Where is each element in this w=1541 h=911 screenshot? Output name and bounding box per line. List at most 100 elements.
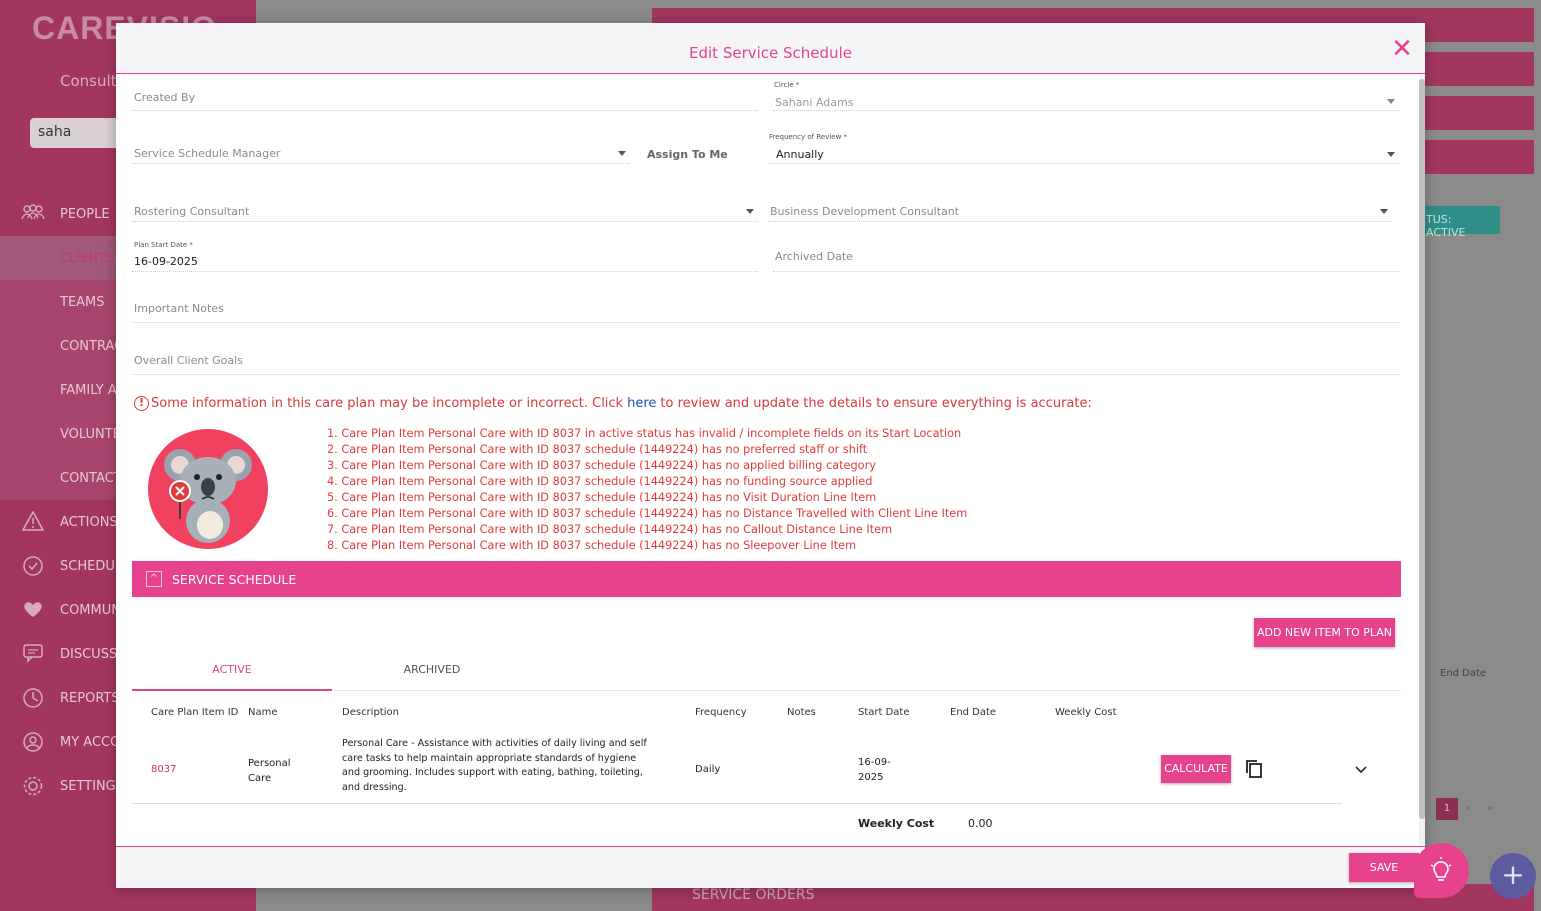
sidebar-item-label: VOLUNTE (60, 426, 121, 442)
rostering-placeholder: Rostering Consultant (134, 205, 250, 218)
chevron-down-icon[interactable] (1354, 761, 1368, 775)
service-schedule-section-header[interactable]: ^ SERVICE SCHEDULE (132, 561, 1401, 597)
sidebar-item-label: CONTRAC (60, 338, 124, 354)
col-header-weekly-cost: Weekly Cost (1055, 707, 1117, 718)
start-date-line: 2025 (858, 772, 884, 783)
tab-archived[interactable]: ARCHIVED (332, 655, 532, 691)
issue-item: 1. Care Plan Item Personal Care with ID … (327, 427, 962, 440)
frequency-value: Annually (776, 148, 824, 161)
created-by-field[interactable]: Created By (132, 83, 758, 111)
archived-date-field[interactable]: Archived Date (773, 245, 1399, 272)
col-header-end-date: End Date (950, 707, 997, 718)
bdc-placeholder: Business Development Consultant (770, 205, 960, 218)
archived-placeholder: Archived Date (775, 250, 853, 263)
item-frequency: Daily (695, 764, 721, 775)
user-icon (21, 731, 45, 753)
lightbulb-icon (1430, 857, 1452, 881)
goals-placeholder: Overall Client Goals (134, 354, 243, 367)
manager-placeholder: Service Schedule Manager (134, 147, 281, 160)
assign-to-me-link[interactable]: Assign To Me (647, 148, 728, 161)
sidebar-item-label: MY ACCO (60, 734, 121, 750)
issues-list: 1. Care Plan Item Personal Care with ID … (327, 426, 967, 554)
chat-icon (21, 643, 45, 665)
issue-item: 6. Care Plan Item Personal Care with ID … (327, 507, 968, 520)
people-icon (21, 203, 45, 225)
col-header-id: Care Plan Item ID (151, 707, 239, 718)
business-development-consultant-select[interactable]: Business Development Consultant (768, 199, 1392, 222)
sad-koala-illustration (148, 429, 268, 549)
plus-icon: + (1501, 858, 1525, 891)
start-date-line: 16-09- (858, 757, 891, 768)
chevron-down-icon (1387, 152, 1395, 157)
description-line: and grooming. Includes support with eati… (342, 767, 643, 778)
issue-item: 4. Care Plan Item Personal Care with ID … (327, 475, 873, 488)
sidebar-item-label: REPORTS (60, 690, 120, 706)
modal-header: Edit Service Schedule ✕ (116, 23, 1425, 74)
item-start-date: 16-09- 2025 (858, 755, 891, 785)
care-plan-warning: ! Some information in this care plan may… (134, 396, 1092, 411)
weekly-cost-total-label: Weekly Cost (858, 817, 935, 830)
circle-label: Circle * (774, 81, 800, 89)
circle-select[interactable]: Circle * Sahani Adams (773, 81, 1399, 111)
item-name-line: Personal (248, 758, 291, 769)
start-date-value: 16-09-2025 (134, 255, 198, 268)
sidebar-search-input[interactable]: saha (30, 118, 130, 148)
care-plan-item-id-link[interactable]: 8037 (151, 764, 176, 775)
sidebar-item-label: FAMILY A (60, 382, 117, 398)
service-orders-strip[interactable]: SERVICE ORDERS (652, 884, 1534, 911)
item-description: Personal Care - Assistance with activiti… (342, 737, 647, 795)
warning-text-before: Some information in this care plan may b… (151, 396, 624, 411)
chevron-down-icon (1387, 99, 1395, 104)
add-new-item-button[interactable]: ADD NEW ITEM TO PLAN (1254, 618, 1395, 647)
service-schedule-manager-select[interactable]: Service Schedule Manager (132, 139, 630, 164)
help-bulb-button[interactable] (1414, 843, 1469, 898)
item-name-line: Care (248, 773, 272, 784)
sidebar-item-label: DISCUSSI (60, 646, 122, 662)
modal-scrollbar[interactable] (1419, 75, 1425, 845)
sidebar-item-label: CONTACT (60, 470, 122, 486)
chevron-up-icon[interactable]: ^ (146, 571, 162, 587)
add-fab-button[interactable]: + (1490, 853, 1536, 899)
col-header-frequency: Frequency (695, 707, 747, 718)
warning-here-link[interactable]: here (627, 396, 656, 411)
save-button[interactable]: SAVE (1349, 853, 1419, 882)
description-line: and dressing. (342, 781, 407, 793)
notes-placeholder: Important Notes (134, 302, 224, 315)
sidebar-item-label: SETTINGS (60, 778, 125, 794)
item-name: Personal Care (248, 756, 291, 786)
rostering-consultant-select[interactable]: Rostering Consultant (132, 199, 758, 222)
col-header-notes: Notes (787, 707, 816, 718)
pagination-next[interactable]: › (1458, 798, 1478, 820)
schedule-tabs: ACTIVE ARCHIVED (132, 655, 1401, 691)
overall-client-goals-field[interactable]: Overall Client Goals (132, 349, 1399, 375)
copy-icon[interactable] (1245, 759, 1263, 779)
background-end-date-header: End Date (1440, 668, 1487, 679)
close-icon[interactable]: ✕ (1391, 36, 1413, 62)
pagination-last[interactable]: » (1480, 798, 1500, 820)
weekly-cost-total-value: 0.00 (968, 817, 993, 830)
description-line: care tasks to help maintain appropriate … (342, 752, 637, 764)
chevron-down-icon (618, 151, 626, 156)
status-badge: TUS: ACTIVE (1420, 206, 1500, 239)
row-divider (132, 803, 1342, 804)
heart-icon (21, 599, 45, 621)
frequency-of-review-select[interactable]: Frequency of Review * Annually (769, 133, 1399, 164)
circle-value: Sahani Adams (775, 96, 854, 109)
sidebar-item-label: TEAMS (60, 294, 105, 310)
scrollbar-thumb[interactable] (1419, 79, 1425, 819)
issue-item: 8. Care Plan Item Personal Care with ID … (327, 539, 857, 552)
clock-icon (21, 555, 45, 577)
important-notes-field[interactable]: Important Notes (132, 297, 1399, 323)
report-icon (21, 687, 45, 709)
chevron-down-icon (746, 209, 754, 214)
calculate-button[interactable]: CALCULATE (1161, 755, 1231, 783)
col-header-name: Name (248, 707, 278, 718)
section-title: SERVICE SCHEDULE (172, 571, 297, 587)
sidebar-item-label: COMMUN (60, 602, 121, 618)
edit-service-schedule-modal: Edit Service Schedule ✕ Created By Circl… (116, 23, 1425, 888)
plan-start-date-field[interactable]: Plan Start Date * 16-09-2025 (132, 241, 758, 272)
tab-active[interactable]: ACTIVE (132, 655, 332, 691)
pagination-current[interactable]: 1 (1436, 798, 1458, 820)
created-by-placeholder: Created By (134, 91, 196, 104)
chevron-down-icon (1380, 209, 1388, 214)
